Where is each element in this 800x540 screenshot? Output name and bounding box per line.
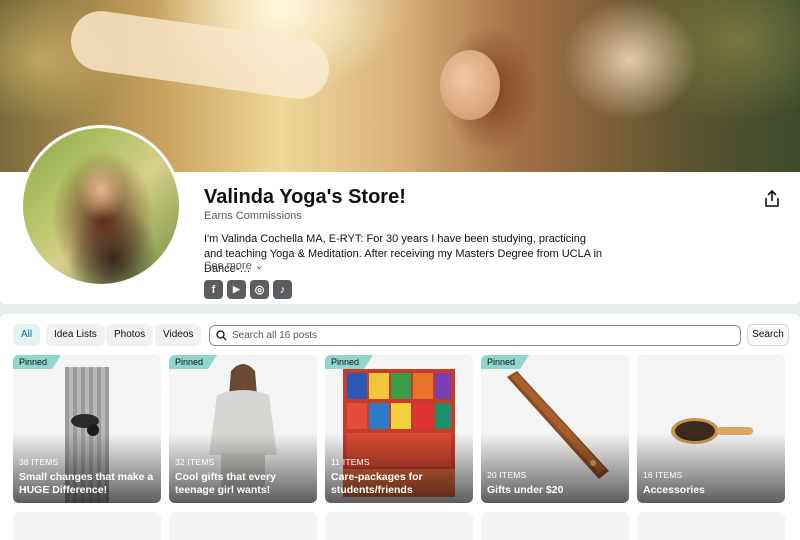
filter-idea-lists[interactable]: Idea Lists	[46, 324, 105, 346]
idea-list-tile[interactable]: 16 ITEMS Accessories	[637, 355, 785, 503]
post-tile-partial[interactable]	[13, 512, 161, 540]
search-field	[209, 325, 741, 346]
youtube-icon[interactable]: ▶	[227, 280, 246, 299]
tile-title: Small changes that make a HUGE Differenc…	[19, 471, 154, 496]
idea-list-tile[interactable]: Pinned 11 ITEMS Care-packages for studen…	[325, 355, 473, 503]
post-tile-partial[interactable]	[637, 512, 785, 540]
idea-list-tile[interactable]: Pinned 32 ITEMS Cool gifts that every te…	[169, 355, 317, 503]
filter-all[interactable]: All	[13, 324, 41, 346]
idea-list-tile[interactable]: Pinned 38 ITEMS Small changes that make …	[13, 355, 161, 503]
filter-videos[interactable]: Videos	[155, 324, 202, 346]
post-tile-partial[interactable]	[169, 512, 317, 540]
filter-photos[interactable]: Photos	[106, 324, 154, 346]
see-more-label: See more	[204, 260, 252, 272]
profile-avatar	[20, 125, 182, 287]
post-tile-partial[interactable]	[325, 512, 473, 540]
store-bio: I'm Valinda Cochella MA, E-RYT: For 30 y…	[204, 233, 603, 275]
tile-item-count: 16 ITEMS	[643, 470, 683, 480]
tile-title: Cool gifts that every teenage girl wants…	[175, 471, 276, 496]
tile-title: Gifts under $20	[487, 484, 564, 496]
instagram-icon[interactable]: ◎	[250, 280, 269, 299]
search-icon	[216, 330, 227, 341]
tiktok-icon[interactable]: ♪	[273, 280, 292, 299]
search-input[interactable]	[232, 330, 712, 341]
search-button[interactable]: Search	[747, 324, 789, 346]
earns-commissions-label: Earns Commissions	[204, 210, 302, 222]
post-tile-partial[interactable]	[481, 512, 629, 540]
tile-title: Accessories	[643, 484, 705, 496]
tile-item-count: 11 ITEMS	[331, 457, 370, 467]
banner-face-decor	[440, 50, 500, 120]
see-more-link[interactable]: See more ⌄	[204, 259, 264, 272]
share-icon[interactable]	[762, 189, 782, 209]
chevron-down-icon: ⌄	[254, 260, 264, 272]
banner-arm-decor	[67, 7, 333, 103]
store-title: Valinda Yoga's Store!	[204, 186, 406, 208]
tile-item-count: 32 ITEMS	[175, 457, 215, 467]
social-links: f ▶ ◎ ♪	[204, 280, 292, 299]
idea-list-tile[interactable]: Pinned 20 ITEMS Gifts under $20	[481, 355, 629, 503]
tile-item-count: 38 ITEMS	[19, 457, 59, 467]
tile-item-count: 20 ITEMS	[487, 470, 527, 480]
facebook-icon[interactable]: f	[204, 280, 223, 299]
tile-title: Care-packages for students/friends	[331, 471, 423, 496]
